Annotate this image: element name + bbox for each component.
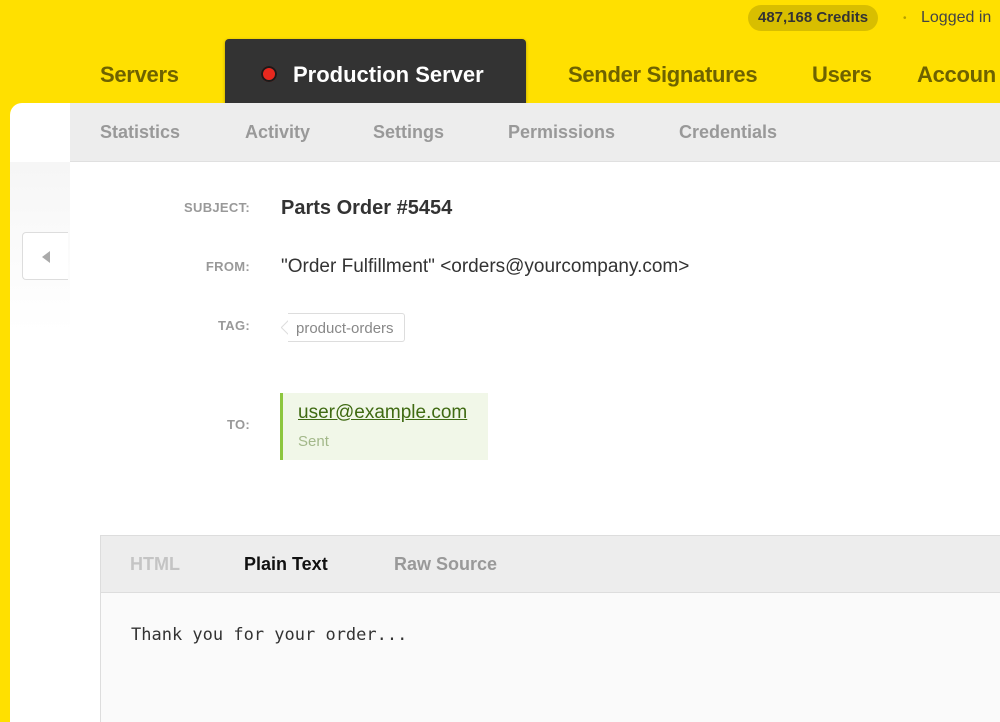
subject-label: SUBJECT: xyxy=(184,200,250,215)
top-bar: 487,168 Credits • Logged in xyxy=(0,0,1000,38)
logged-in-text[interactable]: Logged in xyxy=(921,9,991,27)
to-label: TO: xyxy=(226,417,250,432)
message-viewer: HTML Plain Text Raw Source Thank you for… xyxy=(100,535,1000,722)
message-body: Thank you for your order... xyxy=(131,625,408,645)
tab-settings[interactable]: Settings xyxy=(373,122,444,143)
sub-nav: Statistics Activity Settings Permissions… xyxy=(70,103,1000,162)
delivery-status: Sent xyxy=(298,433,329,450)
nav-item-users[interactable]: Users xyxy=(812,62,872,88)
credits-badge[interactable]: 487,168 Credits xyxy=(748,5,879,31)
nav-item-account[interactable]: Accoun xyxy=(917,62,996,88)
tab-plain-text[interactable]: Plain Text xyxy=(244,554,328,575)
from-value: "Order Fulfillment" <orders@yourcompany.… xyxy=(281,256,690,277)
tab-activity[interactable]: Activity xyxy=(245,122,310,143)
back-button[interactable] xyxy=(22,232,68,280)
tab-statistics[interactable]: Statistics xyxy=(100,122,180,143)
nav-item-servers[interactable]: Servers xyxy=(100,62,179,88)
nav-item-production-server[interactable]: Production Server xyxy=(225,39,526,112)
viewer-tabs: HTML Plain Text Raw Source xyxy=(101,536,1000,593)
from-label: FROM: xyxy=(205,259,250,274)
recipient-card: user@example.com Sent xyxy=(280,393,488,460)
tab-html[interactable]: HTML xyxy=(130,554,180,575)
tab-permissions[interactable]: Permissions xyxy=(508,122,615,143)
recipient-email-link[interactable]: user@example.com xyxy=(298,402,467,424)
separator-dot: • xyxy=(903,13,907,24)
main-nav: Servers Production Server Sender Signatu… xyxy=(0,38,1000,112)
tab-raw-source[interactable]: Raw Source xyxy=(394,554,497,575)
tag-badge[interactable]: product-orders xyxy=(288,313,405,342)
tab-credentials[interactable]: Credentials xyxy=(679,122,777,143)
subject-value: Parts Order #5454 xyxy=(281,197,453,219)
server-status-icon xyxy=(261,66,277,82)
nav-item-label: Production Server xyxy=(293,62,484,87)
tag-label: TAG: xyxy=(217,318,250,333)
chevron-left-icon xyxy=(42,251,50,263)
nav-item-sender-signatures[interactable]: Sender Signatures xyxy=(568,62,758,88)
